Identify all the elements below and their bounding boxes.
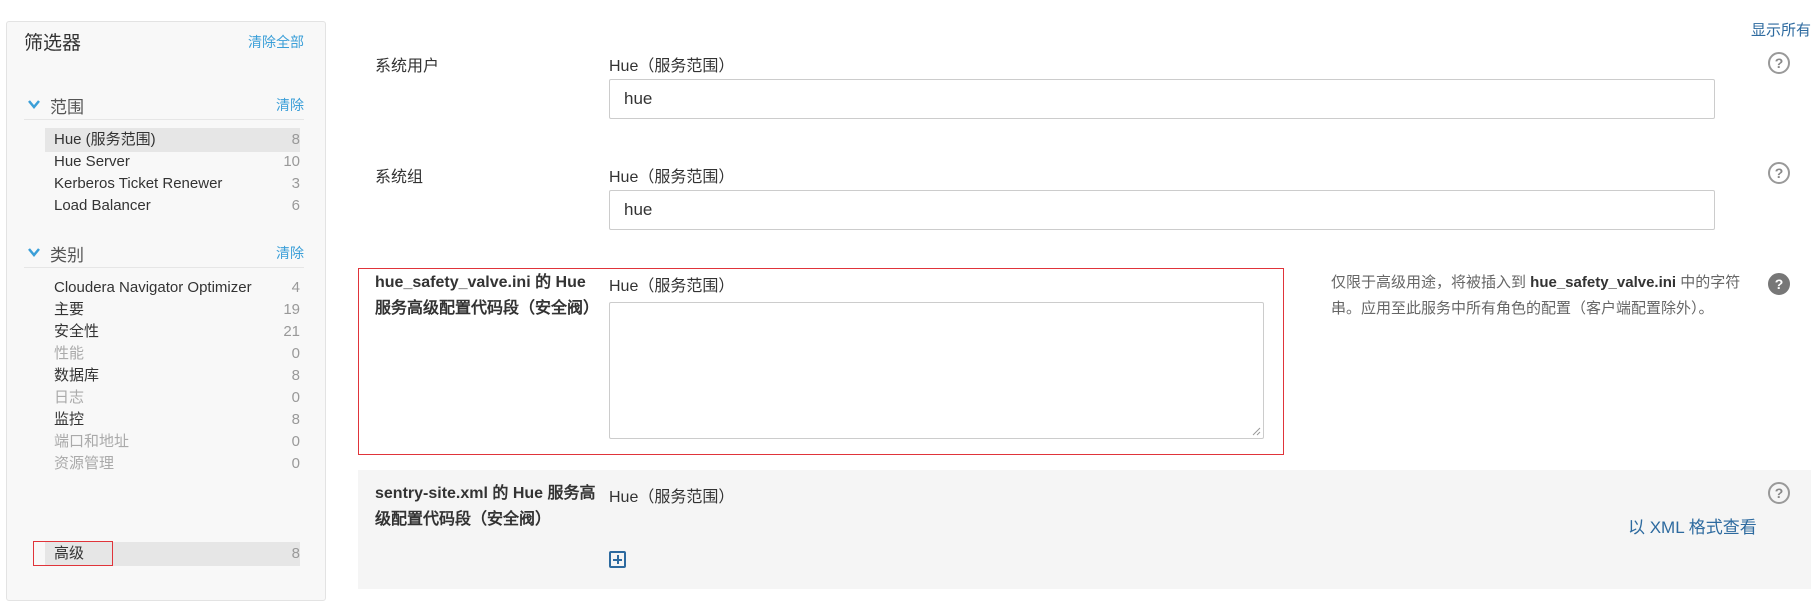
setting-label-hue-safety-valve: hue_safety_valve.ini 的 Hue 服务高级配置代码段（安全阀… (375, 274, 600, 317)
item-label: 主要 (54, 301, 85, 318)
filter-title: 筛选器 (24, 33, 82, 54)
category-item-database[interactable]: 数据库 8 (45, 364, 300, 388)
item-label: Cloudera Navigator Optimizer (54, 279, 252, 296)
item-label: Kerberos Ticket Renewer (54, 175, 223, 192)
item-label: Hue (服务范围) (54, 131, 156, 148)
scope-item-hue-service[interactable]: Hue (服务范围) 8 (45, 128, 300, 152)
plus-square-icon[interactable] (609, 551, 626, 568)
item-count: 8 (291, 411, 300, 428)
description-filename: hue_safety_valve.ini (1530, 274, 1677, 291)
setting-scope: Hue（服务范围） (609, 489, 735, 506)
item-label: 安全性 (54, 323, 100, 340)
item-label: 性能 (54, 345, 85, 362)
item-label: 资源管理 (54, 455, 115, 472)
system-group-input[interactable]: hue (609, 190, 1715, 230)
item-label: 端口和地址 (54, 433, 130, 450)
item-label: Load Balancer (54, 197, 151, 214)
scope-section-title: 范围 (50, 98, 84, 117)
hue-safety-valve-textarea[interactable] (609, 302, 1264, 439)
item-count: 19 (283, 301, 300, 318)
item-label: Hue Server (54, 153, 130, 170)
category-item-resource-management[interactable]: 资源管理 0 (45, 452, 300, 476)
item-count: 0 (291, 345, 300, 362)
item-label: 数据库 (54, 367, 100, 384)
chevron-down-icon (28, 100, 40, 109)
question-circle-icon[interactable]: ? (1768, 52, 1790, 74)
category-item-performance[interactable]: 性能 0 (45, 342, 300, 366)
setting-description: 仅限于高级用途，将被插入到 hue_safety_valve.ini 中的字符串… (1331, 270, 1746, 322)
resize-grip-icon[interactable] (1251, 426, 1261, 436)
category-item-security[interactable]: 安全性 21 (45, 320, 300, 344)
scope-clear-link[interactable]: 清除 (276, 95, 304, 115)
filter-header: 筛选器 清除全部 (24, 28, 304, 58)
item-label: 监控 (54, 411, 85, 428)
setting-label-system-user: 系统用户 (375, 58, 440, 75)
setting-label-sentry-site: sentry-site.xml 的 Hue 服务高级配置代码段（安全阀） (375, 485, 596, 528)
item-count: 8 (291, 367, 300, 384)
category-item-monitoring[interactable]: 监控 8 (45, 408, 300, 432)
item-count: 6 (291, 197, 300, 214)
scope-item-hue-server[interactable]: Hue Server 10 (45, 150, 300, 174)
item-count: 0 (291, 389, 300, 406)
setting-scope: Hue（服务范围） (609, 58, 735, 75)
category-section-header[interactable]: 类别 清除 (24, 240, 304, 268)
category-item-logs[interactable]: 日志 0 (45, 386, 300, 410)
show-all-link[interactable]: 显示所有 (1751, 19, 1811, 40)
question-circle-icon[interactable]: ? (1768, 482, 1790, 504)
clear-all-link[interactable]: 清除全部 (248, 32, 304, 52)
category-item-main[interactable]: 主要 19 (45, 298, 300, 322)
description-text: 仅限于高级用途，将被插入到 (1331, 274, 1531, 291)
category-item-ports-addresses[interactable]: 端口和地址 0 (45, 430, 300, 454)
item-count: 8 (291, 131, 300, 148)
question-circle-icon[interactable]: ? (1768, 162, 1790, 184)
item-count: 0 (291, 433, 300, 450)
item-label: 日志 (54, 389, 85, 406)
view-as-xml-link[interactable]: 以 XML 格式查看 (1628, 513, 1757, 538)
question-circle-icon[interactable]: ? (1768, 273, 1790, 295)
system-user-input[interactable]: hue (609, 79, 1715, 119)
setting-scope: Hue（服务范围） (609, 169, 735, 186)
scope-item-load-balancer[interactable]: Load Balancer 6 (45, 194, 300, 218)
setting-label-system-group: 系统组 (375, 169, 424, 186)
item-count: 3 (291, 175, 300, 192)
scope-section-header[interactable]: 范围 清除 (24, 92, 304, 120)
category-clear-link[interactable]: 清除 (276, 243, 304, 263)
item-count: 10 (283, 153, 300, 170)
setting-scope: Hue（服务范围） (609, 278, 735, 295)
category-item-navigator-optimizer[interactable]: Cloudera Navigator Optimizer 4 (45, 276, 300, 300)
item-count: 21 (283, 323, 300, 340)
item-count: 4 (291, 279, 300, 296)
item-count: 0 (291, 455, 300, 472)
item-count: 8 (291, 545, 300, 562)
highlight-advanced (33, 541, 113, 566)
category-section-title: 类别 (50, 246, 84, 265)
scope-item-kerberos-ticket-renewer[interactable]: Kerberos Ticket Renewer 3 (45, 172, 300, 196)
chevron-down-icon (28, 248, 40, 257)
